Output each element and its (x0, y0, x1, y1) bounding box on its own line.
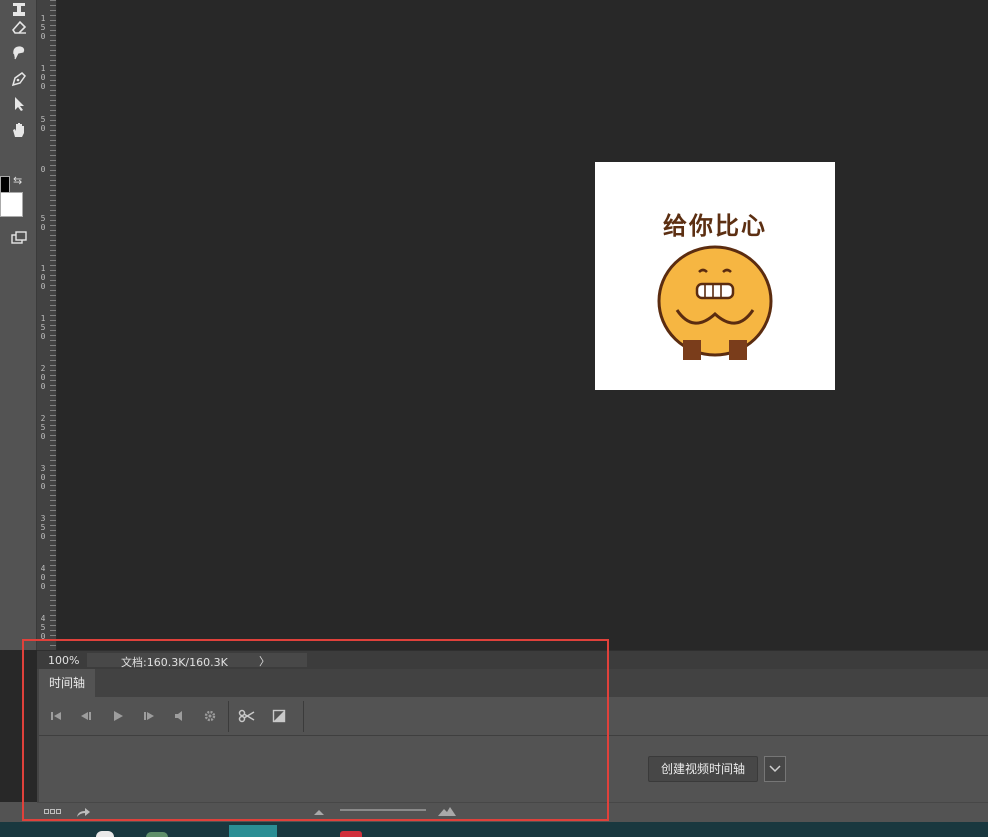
ruler-label: 200 (40, 364, 46, 391)
os-taskbar (0, 822, 988, 837)
screen-mode-icon[interactable] (8, 228, 30, 248)
ruler-label: 50 (40, 214, 46, 232)
ruler-label: 350 (40, 514, 46, 541)
zoom-out-mountain-icon[interactable] (313, 808, 325, 816)
ruler-label: 250 (40, 414, 46, 441)
pen-icon[interactable] (8, 69, 30, 89)
taskbar-app-icon[interactable] (146, 832, 168, 837)
zoom-level[interactable]: 100% (48, 654, 79, 667)
sticker-caption: 给你比心 (663, 212, 767, 240)
split-scissors-icon[interactable] (238, 708, 256, 724)
create-video-timeline-button[interactable]: 创建视频时间轴 (648, 756, 759, 782)
ruler-label: 150 (40, 14, 46, 41)
smudge-icon[interactable] (8, 43, 30, 63)
timeline-tab-bar: 时间轴 (39, 669, 988, 697)
chevron-down-icon (769, 765, 781, 773)
document-size-info: 文档:160.3K/160.3K (121, 656, 228, 669)
ruler-label: 0 (40, 165, 46, 174)
control-divider (228, 701, 229, 732)
ruler-label: 100 (40, 64, 46, 91)
vertical-ruler: 150 100 50 0 50 100 150 200 250 300 350 … (37, 0, 57, 650)
taskbar-app-icon[interactable] (340, 831, 362, 837)
taskbar-app-icon[interactable] (96, 831, 114, 837)
canvas-area[interactable]: 给你比心 (57, 0, 988, 650)
tab-timeline[interactable]: 时间轴 (39, 669, 95, 697)
hand-icon[interactable] (8, 120, 30, 140)
previous-frame-icon[interactable] (79, 708, 93, 724)
ruler-label: 100 (40, 264, 46, 291)
status-menu-arrow[interactable]: 〉 (259, 653, 270, 669)
taskbar-active-app[interactable] (229, 825, 277, 837)
timeline-footer-inner (37, 802, 988, 823)
timeline-controls (39, 698, 988, 736)
ruler-ticks (50, 0, 56, 650)
tools-panel: ⇆ (0, 0, 37, 650)
background-color-swatch[interactable] (0, 192, 23, 217)
sticker-character-image (657, 245, 773, 360)
settings-gear-icon[interactable] (203, 708, 217, 724)
frame-animation-icon[interactable] (44, 808, 62, 816)
next-frame-icon[interactable] (142, 708, 156, 724)
go-to-first-frame-icon[interactable] (49, 708, 63, 724)
ruler-label: 450 (40, 614, 46, 641)
transition-icon[interactable] (272, 708, 286, 724)
status-bar: 100% 文档:160.3K/160.3K 〉 (37, 650, 988, 669)
ruler-label: 300 (40, 464, 46, 491)
timeline-mode-dropdown[interactable] (764, 756, 786, 782)
control-divider (303, 701, 304, 732)
eraser-icon[interactable] (8, 17, 30, 37)
timeline-panel: 时间轴 创建视频时间轴 (37, 669, 988, 802)
path-selection-icon[interactable] (8, 94, 30, 114)
ruler-label: 50 (40, 115, 46, 133)
audio-mute-icon[interactable] (172, 708, 186, 724)
ruler-label: 400 (40, 564, 46, 591)
swap-colors-icon[interactable]: ⇆ (13, 174, 22, 187)
timeline-footer (0, 802, 988, 822)
zoom-in-mountain-icon[interactable] (437, 806, 457, 817)
timeline-zoom-slider[interactable] (340, 809, 426, 811)
ruler-label: 150 (40, 314, 46, 341)
document-canvas[interactable]: 给你比心 (595, 162, 835, 390)
render-video-icon[interactable] (75, 806, 91, 818)
play-icon[interactable] (111, 708, 125, 724)
